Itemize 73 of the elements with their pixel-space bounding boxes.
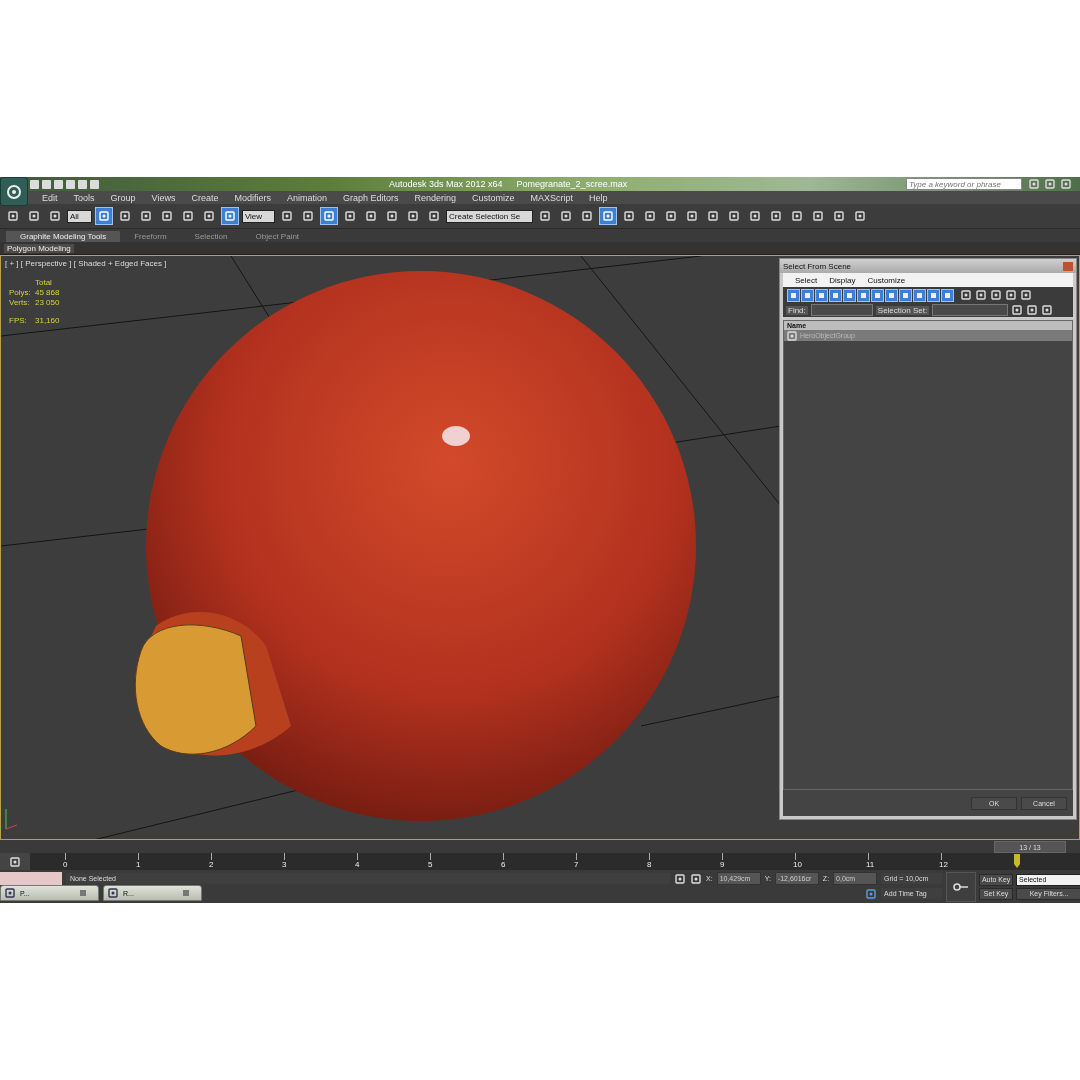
fps-label: FPS: <box>9 316 28 325</box>
ribbon-tab[interactable]: Selection <box>180 231 242 242</box>
key-button[interactable] <box>946 871 977 902</box>
menu-item[interactable]: Display <box>823 275 862 285</box>
frame-number: 6 <box>501 860 506 869</box>
frame-number: 9 <box>720 860 725 869</box>
menu-item[interactable]: Help <box>581 192 616 203</box>
ribbon-panel[interactable]: Polygon Modeling <box>4 243 74 253</box>
menu-item[interactable]: Modifiers <box>226 192 279 203</box>
filter-button[interactable] <box>913 288 926 302</box>
menu-item[interactable]: Views <box>143 192 184 203</box>
stat-value: 23 050 <box>35 298 60 307</box>
key-icon <box>953 882 970 891</box>
stats-header: Total <box>35 278 53 287</box>
app-logo[interactable] <box>0 177 28 206</box>
dropdown[interactable]: All <box>67 209 92 223</box>
menu-item[interactable]: Rendering <box>406 192 465 203</box>
menu-item[interactable]: Select <box>789 275 824 285</box>
filter-button[interactable] <box>899 288 912 302</box>
viewport-label[interactable]: [ + ] [ Perspective ] [ Shaded + Edged Faces ] <box>5 259 167 268</box>
frame-number: 5 <box>428 860 433 869</box>
dialog-title: Select From Scene <box>783 261 852 271</box>
ribbon-tab[interactable]: Graphite Modeling Tools <box>6 231 121 242</box>
toolbar-button[interactable] <box>599 207 618 225</box>
frame-number: 3 <box>282 860 287 869</box>
menu-item[interactable]: Edit <box>34 192 66 203</box>
menu-item[interactable]: MAXScript <box>522 192 582 203</box>
window-title: Autodesk 3ds Max 2012 x64 <box>389 179 503 189</box>
filter-button[interactable] <box>871 288 884 302</box>
toolbar-button[interactable] <box>220 207 239 225</box>
dropdown[interactable]: View <box>241 209 276 223</box>
filter-button[interactable] <box>941 288 954 302</box>
frame-number: 2 <box>209 860 214 869</box>
frame-number: 1 <box>136 860 141 869</box>
frame-number: 12 <box>939 860 948 869</box>
find-field[interactable] <box>810 304 873 316</box>
filter-button[interactable] <box>885 288 898 302</box>
filter-button[interactable] <box>927 288 940 302</box>
frame-number: 0 <box>63 860 68 869</box>
frame-number: 8 <box>647 860 652 869</box>
frame-number: 10 <box>793 860 802 869</box>
filter-button[interactable] <box>815 288 828 302</box>
selection-set-label: Selection Set: <box>875 305 930 315</box>
fps-value: 31,160 <box>35 316 60 325</box>
stat-label: Polys: <box>9 288 32 297</box>
key-marker-icon <box>1013 854 1021 868</box>
menu-item[interactable]: Customize <box>861 275 912 285</box>
filter-button[interactable] <box>801 288 814 302</box>
menu-item[interactable]: Graph Editors <box>334 192 407 203</box>
search-field[interactable]: Type a keyword or phrase <box>906 178 1022 190</box>
selection-set-field[interactable] <box>932 304 1009 316</box>
menu-item[interactable]: Customize <box>464 192 523 203</box>
find-label: Find: <box>786 305 808 315</box>
frame-number: 11 <box>866 860 875 869</box>
menu-item[interactable]: Group <box>102 192 144 203</box>
close-button[interactable] <box>1063 261 1073 271</box>
filter-button[interactable] <box>857 288 870 302</box>
menu-item[interactable]: Tools <box>65 192 103 203</box>
filter-button[interactable] <box>843 288 856 302</box>
filter-button[interactable] <box>829 288 842 302</box>
stat-label: Verts: <box>9 298 31 307</box>
toolbar-button[interactable] <box>94 207 113 225</box>
frame-number: 7 <box>574 860 579 869</box>
dropdown[interactable]: Create Selection Se <box>446 209 534 223</box>
menu-item[interactable]: Animation <box>278 192 335 203</box>
filter-button[interactable] <box>787 288 800 302</box>
stat-value: 45 868 <box>35 288 60 297</box>
ribbon-tab[interactable]: Object Paint <box>241 231 314 242</box>
frame-number: 4 <box>355 860 360 869</box>
menu-item[interactable]: Create <box>183 192 227 203</box>
ribbon-tab[interactable]: Freeform <box>120 231 181 242</box>
toolbar-button[interactable] <box>320 207 339 225</box>
file-name: Pomegranate_2_scree.max <box>516 179 628 189</box>
